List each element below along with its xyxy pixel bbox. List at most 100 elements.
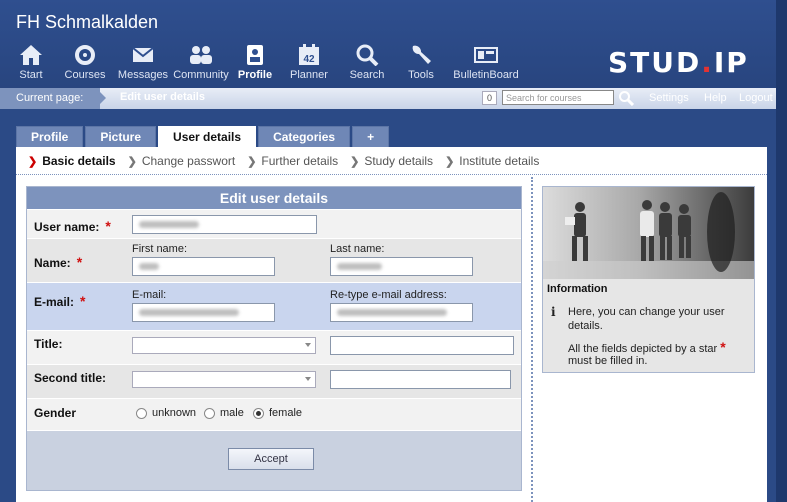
email-label: E-mail: *	[34, 293, 85, 309]
nav-profile[interactable]: Profile	[230, 44, 280, 86]
studip-logo[interactable]: STUD.IP	[608, 46, 749, 79]
subnav-label: Change passwort	[141, 154, 236, 168]
retype-email-field[interactable]	[330, 303, 473, 322]
logout-link[interactable]: Logout	[739, 92, 773, 104]
divider	[16, 174, 767, 175]
breadcrumb-current-page: Edit user details	[120, 91, 205, 103]
logo-part: IP	[713, 46, 749, 79]
username-row: User name: *	[27, 209, 521, 238]
main-navigation: Start Courses Messages Community Profile…	[6, 44, 526, 86]
gender-female-radio[interactable]: female	[253, 407, 302, 419]
subnav-change-password[interactable]: ❯ Change passwort	[128, 154, 236, 168]
required-star: *	[720, 339, 726, 355]
username-field[interactable]	[132, 215, 317, 234]
tab-add[interactable]: +	[352, 126, 390, 147]
course-search-input[interactable]	[502, 90, 614, 105]
gender-row: Gender unknown male female	[27, 398, 521, 430]
title-select[interactable]	[132, 337, 316, 354]
tab-user-details[interactable]: User details	[158, 126, 257, 148]
email-field[interactable]	[132, 303, 275, 322]
students-photo	[543, 187, 754, 279]
info-box: Information i Here, you can change your …	[542, 186, 755, 373]
username-label: User name: *	[34, 218, 111, 234]
nav-messages[interactable]: Messages	[114, 44, 172, 86]
nav-label: Profile	[237, 69, 273, 81]
nav-label: Community	[173, 69, 229, 81]
nav-tools[interactable]: Tools	[396, 44, 446, 86]
gender-label: Gender	[34, 406, 77, 420]
second-title-field[interactable]	[330, 370, 511, 389]
info-text: Here, you can change your user	[568, 306, 725, 318]
chevron-right-icon: ❯	[127, 155, 137, 168]
home-icon	[20, 45, 42, 65]
sub-navigation: ❯ Basic details ❯ Change passwort ❯ Further…	[28, 154, 551, 168]
settings-link[interactable]: Settings	[649, 92, 689, 104]
second-title-row: Second title:	[27, 364, 521, 398]
form-caption: Edit user details	[27, 187, 521, 209]
gender-male-radio[interactable]: male	[204, 407, 244, 419]
nav-community[interactable]: Community	[172, 44, 230, 86]
last-name-label: Last name:	[330, 243, 385, 255]
nav-label: Start	[19, 69, 43, 81]
gender-unknown-radio[interactable]: unknown	[136, 407, 196, 419]
name-label: Name: *	[34, 254, 82, 270]
calendar-badge: 42	[303, 54, 315, 65]
subnav-further-details[interactable]: ❯ Further details	[247, 154, 338, 168]
breadcrumb-arrow	[96, 88, 106, 108]
edit-user-form: Edit user details User name: * Name: * Fir…	[26, 186, 522, 491]
title-label: Title:	[34, 337, 63, 351]
nav-label: Search	[349, 69, 385, 81]
title-field[interactable]	[330, 336, 514, 355]
radio-button[interactable]	[136, 407, 147, 419]
info-text: details.	[568, 320, 603, 332]
radio-button[interactable]	[253, 407, 264, 419]
radio-button[interactable]	[204, 407, 215, 419]
redacted-value	[139, 263, 159, 270]
required-star: *	[76, 254, 83, 270]
nav-courses[interactable]: Courses	[56, 44, 114, 86]
redacted-value	[139, 309, 239, 316]
required-star: *	[80, 293, 86, 309]
nav-label: BulletinBoard	[453, 69, 519, 81]
logo-dot: .	[701, 46, 714, 79]
tab-picture[interactable]: Picture	[85, 126, 157, 147]
last-name-field[interactable]	[330, 257, 473, 276]
redacted-value	[337, 309, 447, 316]
nav-label: Tools	[408, 69, 434, 81]
tab-categories[interactable]: Categories	[258, 126, 351, 147]
first-name-field[interactable]	[132, 257, 275, 276]
redacted-value	[337, 263, 382, 270]
tab-profile[interactable]: Profile	[16, 126, 84, 147]
courses-icon	[75, 45, 95, 65]
notification-count[interactable]: 0	[482, 91, 497, 105]
email-row: E-mail: * E-mail: Re-type e-mail address:	[27, 282, 521, 330]
subnav-label: Further details	[261, 154, 339, 168]
nav-label: Planner	[290, 69, 328, 81]
search-icon[interactable]	[618, 90, 634, 106]
profile-icon	[247, 45, 263, 65]
name-row: Name: * First name: Last name:	[27, 238, 521, 282]
accept-button[interactable]: Accept	[228, 448, 314, 470]
subnav-study-details[interactable]: ❯ Study details	[350, 154, 433, 168]
header: FH Schmalkalden Start Courses Messages C…	[0, 0, 787, 88]
redacted-value	[139, 221, 199, 228]
nav-bulletinboard[interactable]: BulletinBoard	[446, 44, 526, 86]
help-link[interactable]: Help	[704, 92, 727, 104]
column-divider	[531, 177, 533, 502]
tab-bar: Profile Picture User details Categories …	[16, 126, 391, 148]
nav-search[interactable]: Search	[338, 44, 396, 86]
envelope-icon	[132, 47, 154, 62]
label-text: User name:	[34, 220, 100, 234]
wrench-icon	[412, 45, 431, 64]
label-text: Name:	[34, 256, 71, 270]
chevron-down-icon	[305, 377, 311, 381]
subnav-institute-details[interactable]: ❯ Institute details	[445, 154, 539, 168]
second-title-select[interactable]	[132, 371, 316, 388]
chevron-right-icon: ❯	[247, 155, 257, 168]
site-name: FH Schmalkalden	[16, 12, 159, 32]
nav-start[interactable]: Start	[6, 44, 56, 86]
subnav-basic-details[interactable]: ❯ Basic details	[28, 154, 116, 168]
title-row: Title:	[27, 330, 521, 364]
nav-planner[interactable]: 42 Planner	[280, 44, 338, 86]
students-illustration	[543, 192, 754, 279]
